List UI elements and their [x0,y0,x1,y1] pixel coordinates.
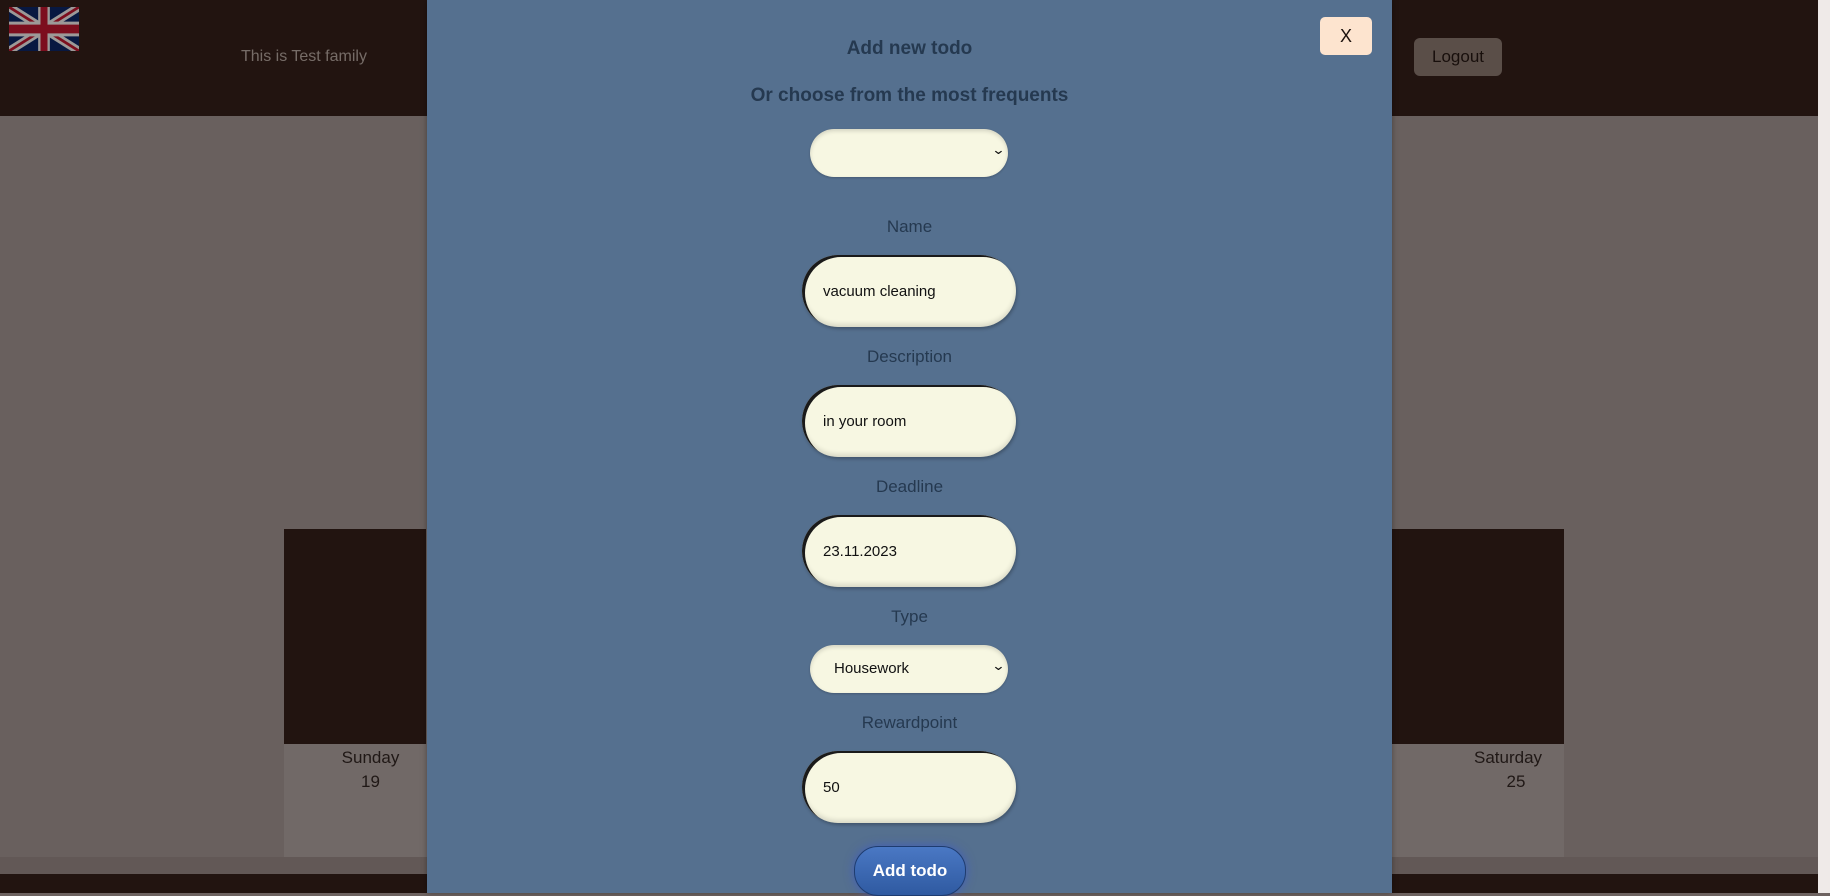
deadline-value: 23.11.2023 [823,542,897,560]
chevron-down-icon: ⌄ [991,658,1006,673]
description-field[interactable]: in your room [802,385,1016,457]
name-value: vacuum cleaning [823,282,936,300]
description-label: Description [866,347,953,366]
rewardpoint-label: Rewardpoint [861,713,958,732]
name-field[interactable]: vacuum cleaning [802,255,1016,327]
frequent-todo-select[interactable]: ⌄ [810,129,1008,177]
scrollbar[interactable] [1818,0,1830,893]
add-todo-modal: X Add new todo Or choose from the most f… [427,0,1392,896]
chevron-down-icon: ⌄ [991,142,1006,157]
modal-subtitle: Or choose from the most frequents [750,85,1069,106]
modal-title: Add new todo [846,38,973,59]
deadline-label: Deadline [875,477,944,496]
rewardpoint-value: 50 [823,778,840,796]
name-label: Name [886,217,933,236]
description-value: in your room [823,412,907,430]
rewardpoint-field[interactable]: 50 [802,751,1016,823]
add-todo-button[interactable]: Add todo [854,846,966,896]
type-value: Housework [834,660,910,677]
type-label: Type [891,607,928,626]
deadline-field[interactable]: 23.11.2023 [802,515,1016,587]
type-select[interactable]: Housework ⌄ [810,645,1008,693]
